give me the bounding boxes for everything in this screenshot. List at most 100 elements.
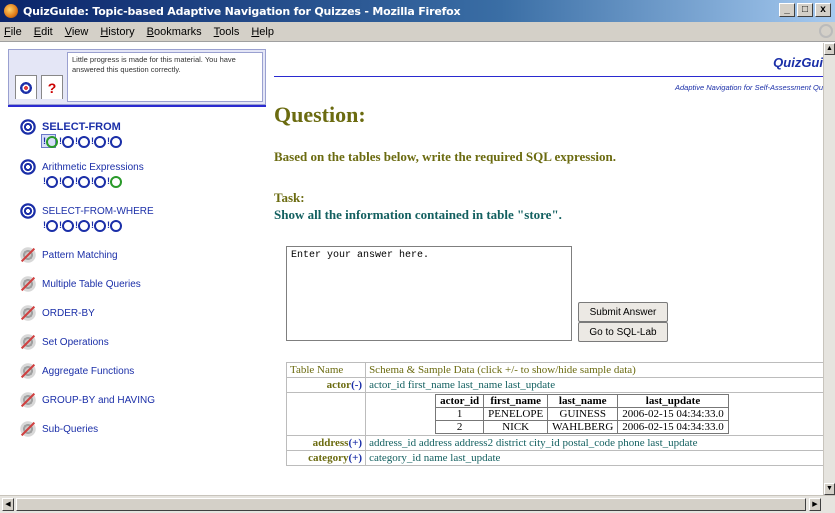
table-cell: 1 — [435, 407, 485, 421]
topic-select-from-where[interactable]: SELECT-FROM-WHERE — [20, 203, 260, 247]
target-icon — [20, 159, 36, 175]
question-icon[interactable] — [41, 134, 58, 148]
expand-toggle[interactable]: (+) — [348, 452, 362, 464]
table-cell: PENELOPE — [483, 407, 549, 421]
target-icon — [20, 119, 36, 135]
blocked-target-icon — [20, 392, 36, 408]
target-icon — [20, 81, 32, 94]
topic-aggregate-functions[interactable]: Aggregate Functions — [20, 363, 260, 392]
question-icon[interactable] — [74, 135, 90, 148]
menu-tools[interactable]: Tools — [214, 26, 240, 38]
collapse-toggle[interactable]: (-) — [351, 379, 362, 391]
close-button[interactable]: x — [815, 3, 831, 17]
topic-multiple-table-queries[interactable]: Multiple Table Queries — [20, 276, 260, 305]
menu-bookmarks[interactable]: Bookmarks — [147, 26, 202, 38]
topic-list: SELECT-FROM Arithmetic Expressions — [20, 119, 260, 450]
question-icon[interactable] — [106, 175, 122, 188]
blocked-target-icon — [20, 305, 36, 321]
menu-bar: File Edit View History Bookmarks Tools H… — [0, 22, 835, 42]
menu-history[interactable]: History — [100, 26, 134, 38]
question-icon[interactable] — [58, 175, 74, 188]
question-icon[interactable] — [42, 219, 58, 232]
throbber-icon — [819, 24, 833, 38]
topic-arithmetic-expressions[interactable]: Arithmetic Expressions — [20, 159, 260, 203]
schema-columns: actor_id first_name last_name last_updat… — [365, 377, 823, 393]
question-icon[interactable] — [106, 219, 122, 232]
topic-order-by[interactable]: ORDER-BY — [20, 305, 260, 334]
question-icon[interactable] — [106, 135, 122, 148]
topic-label: SELECT-FROM-WHERE — [42, 206, 154, 217]
question-icon[interactable] — [74, 219, 90, 232]
topic-group-by-having[interactable]: GROUP-BY and HAVING — [20, 392, 260, 421]
question-icon[interactable] — [74, 175, 90, 188]
horizontal-scrollbar[interactable]: ◀ ▶ — [0, 495, 835, 513]
topic-set-operations[interactable]: Set Operations — [20, 334, 260, 363]
topic-label: Multiple Table Queries — [42, 279, 141, 290]
table-row: address(+) address_id address address2 d… — [285, 435, 823, 451]
question-icon[interactable] — [90, 135, 106, 148]
column-header: last_name — [547, 394, 619, 408]
sample-data-table: actor_id first_name last_name last_updat… — [435, 394, 729, 434]
sample-data-cell: actor_id first_name last_name last_updat… — [365, 392, 823, 436]
blocked-target-icon — [20, 276, 36, 292]
go-to-sql-lab-button[interactable]: Go to SQL-Lab — [578, 322, 668, 342]
table-name: actor — [326, 379, 352, 391]
divider — [274, 76, 823, 77]
scroll-left-icon[interactable]: ◀ — [2, 498, 14, 511]
topic-pattern-matching[interactable]: Pattern Matching — [20, 247, 260, 276]
left-panel: ? Little progress is made for this mater… — [0, 43, 266, 495]
menu-help[interactable]: Help — [251, 26, 274, 38]
progress-tooltip: Little progress is made for this materia… — [67, 52, 263, 102]
table-name-cell: actor(-) — [285, 377, 367, 393]
question-icon[interactable] — [42, 175, 58, 188]
app-brand: QuizGui — [773, 55, 823, 70]
blocked-target-icon — [20, 334, 36, 350]
schema-columns: category_id name last_update — [365, 450, 823, 466]
question-list — [42, 219, 260, 232]
question-icon[interactable] — [90, 219, 106, 232]
maximize-button[interactable]: □ — [797, 3, 813, 17]
table-cell: GUINESS — [547, 407, 619, 421]
tab-help[interactable]: ? — [41, 75, 63, 99]
question-list — [41, 134, 260, 148]
scroll-thumb[interactable] — [16, 498, 806, 511]
tab-topics[interactable] — [15, 75, 37, 99]
menu-view[interactable]: View — [65, 26, 89, 38]
answer-input[interactable]: Enter your answer here. — [286, 246, 572, 341]
scroll-up-icon[interactable]: ▲ — [824, 43, 835, 55]
scroll-right-icon[interactable]: ▶ — [809, 498, 821, 511]
question-icon[interactable] — [58, 219, 74, 232]
table-cell: 2006-02-15 04:34:33.0 — [617, 420, 729, 434]
column-header: first_name — [483, 394, 549, 408]
app-subtitle: Adaptive Navigation for Self-Assessment … — [675, 83, 823, 92]
task-text: Show all the information contained in ta… — [274, 207, 562, 222]
submit-answer-button[interactable]: Submit Answer — [578, 302, 668, 322]
topic-sub-queries[interactable]: Sub-Queries — [20, 421, 260, 450]
topic-label: Aggregate Functions — [42, 366, 135, 377]
blocked-target-icon — [20, 247, 36, 263]
menu-file[interactable]: File — [4, 26, 22, 38]
question-icon[interactable] — [58, 135, 74, 148]
menu-edit[interactable]: Edit — [34, 26, 53, 38]
topic-label: Pattern Matching — [42, 250, 118, 261]
table-cell: WAHLBERG — [547, 420, 619, 434]
expand-toggle[interactable]: (+) — [348, 437, 362, 449]
right-panel: QuizGui Adaptive Navigation for Self-Ass… — [266, 43, 823, 495]
divider — [8, 105, 266, 107]
question-heading: Question: — [274, 102, 366, 127]
schema-table: Table Name Schema & Sample Data (click +… — [285, 362, 823, 466]
firefox-icon — [4, 4, 18, 18]
table-cell: 2006-02-15 04:34:33.0 — [617, 407, 729, 421]
topic-label: GROUP-BY and HAVING — [42, 395, 155, 406]
topic-select-from[interactable]: SELECT-FROM — [20, 119, 260, 159]
table-name-cell: category(+) — [285, 450, 367, 466]
table-name-cell: address(+) — [285, 435, 367, 451]
question-icon[interactable] — [90, 175, 106, 188]
topic-label: Set Operations — [42, 337, 109, 348]
vertical-scrollbar[interactable]: ▲ ▼ — [823, 43, 835, 495]
table-name: address — [312, 437, 349, 449]
minimize-button[interactable]: _ — [779, 3, 795, 17]
question-instruction: Based on the tables below, write the req… — [274, 149, 616, 164]
scroll-down-icon[interactable]: ▼ — [824, 483, 835, 495]
table-cell: NICK — [483, 420, 549, 434]
